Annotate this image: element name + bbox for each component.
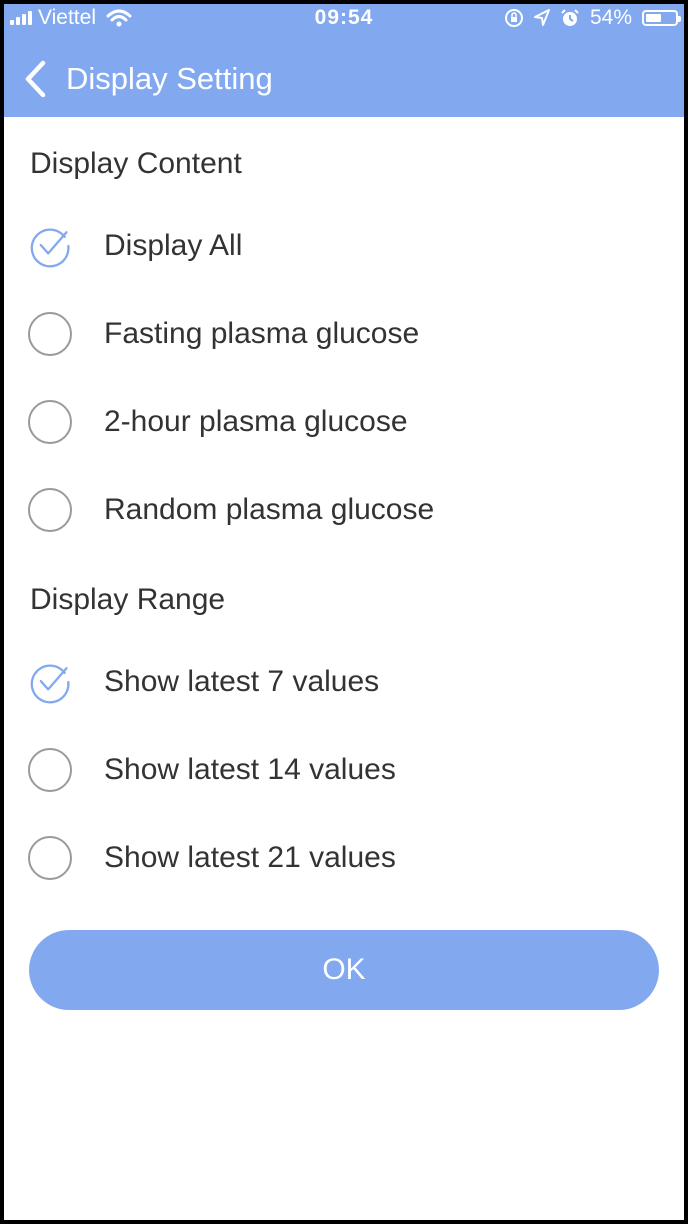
radio-circle-icon [28,312,72,356]
alarm-icon [561,9,579,26]
status-icons: 54% [504,6,681,30]
option-label: Random plasma glucose [104,493,435,526]
radio-circle-icon [28,836,72,880]
battery-icon [642,10,681,26]
status-bar: Viettel 09:54 54% [4,4,684,34]
radio-circle-icon [28,748,72,792]
battery-percent: 54% [589,6,632,29]
radio-circle-icon [28,400,72,444]
option-label: Fasting plasma glucose [104,317,420,350]
radio-check-icon [28,224,72,268]
option-label: Show latest 14 values [104,753,396,786]
ok-button[interactable]: OK [29,930,659,1010]
option-fasting-plasma-glucose[interactable]: Fasting plasma glucose [28,299,658,369]
option-2-hour-plasma-glucose[interactable]: 2-hour plasma glucose [28,387,658,457]
display-range-title: Display Range [30,583,226,616]
radio-circle-icon [28,488,72,532]
phone-screen: Viettel 09:54 54% Display Setting Displa… [4,4,684,1220]
display-content-title: Display Content [30,147,242,180]
option-show-latest-14[interactable]: Show latest 14 values [28,735,658,805]
option-label: Show latest 21 values [104,841,396,874]
chevron-left-icon [25,60,46,98]
app-header: Viettel 09:54 54% Display Setting [4,4,684,117]
option-display-all[interactable]: Display All [28,211,658,281]
location-icon [533,9,550,26]
back-button[interactable] [10,44,60,114]
option-label: Display All [104,229,243,262]
navigation-bar: Display Setting [4,44,684,114]
page-title: Display Setting [66,61,273,96]
option-show-latest-21[interactable]: Show latest 21 values [28,823,658,893]
option-label: 2-hour plasma glucose [104,405,408,438]
radio-check-icon [28,660,72,704]
option-label: Show latest 7 values [104,665,380,698]
rotation-lock-icon [504,9,523,27]
option-random-plasma-glucose[interactable]: Random plasma glucose [28,475,658,545]
option-show-latest-7[interactable]: Show latest 7 values [28,647,658,717]
